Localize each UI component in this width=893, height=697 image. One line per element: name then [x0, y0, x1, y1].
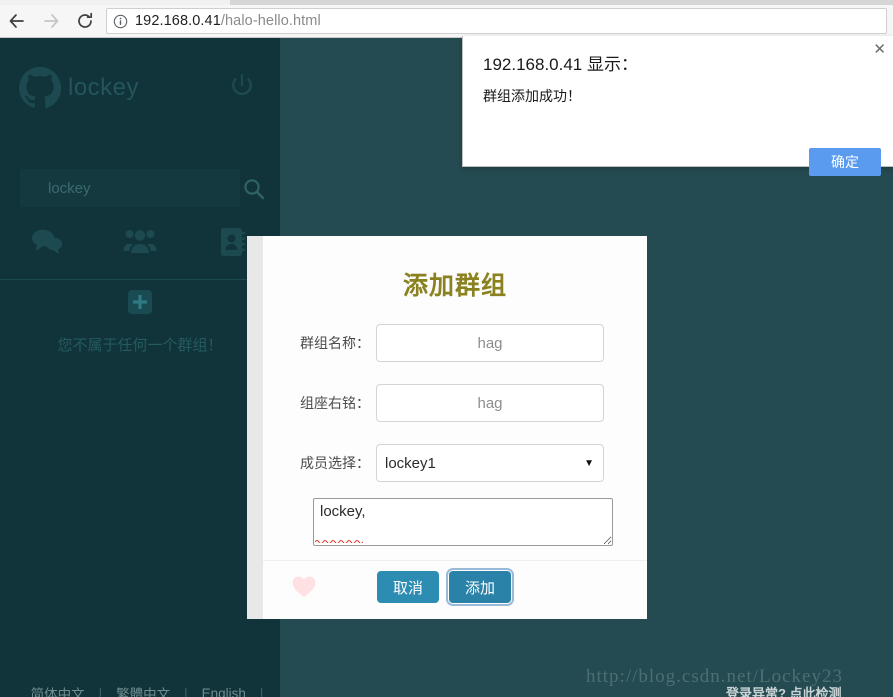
dialog-message: 群组添加成功！ [483, 88, 581, 104]
url-path: /halo-hello.html [220, 13, 321, 29]
url-host: 192.168.0.41 [135, 13, 221, 29]
sidebar-divider [0, 279, 280, 280]
lang-simplified-chinese[interactable]: 简体中文 [17, 683, 99, 697]
modal-actions: 取消 添加 [263, 561, 647, 621]
member-select[interactable]: lockey1 [376, 444, 604, 482]
lang-traditional-chinese[interactable]: 繁體中文 [102, 683, 184, 697]
plus-square-icon [124, 290, 156, 322]
add-group-modal: 添加群组 群组名称： 组座右铭： 成员选择： lockey1 ▼ lockey, [263, 236, 647, 619]
form-row-members-textarea: lockey, [263, 498, 647, 546]
javascript-alert-dialog: ✕ 192.168.0.41 显示： 群组添加成功！ 确定 [462, 36, 893, 176]
members-textarea[interactable]: lockey, [313, 498, 613, 546]
power-icon[interactable] [228, 72, 256, 105]
search-row [0, 169, 280, 209]
comments-icon [30, 227, 64, 262]
sidebar-item-groups[interactable] [93, 218, 186, 270]
search-icon[interactable] [242, 177, 266, 206]
member-select-label: 成员选择： [300, 455, 370, 471]
address-bar[interactable]: 192.168.0.41/halo-hello.html [106, 8, 887, 34]
dialog-ok-button[interactable]: 确定 [809, 148, 881, 176]
lang-english[interactable]: English [188, 686, 260, 697]
reload-icon[interactable] [68, 5, 102, 37]
dialog-title: 192.168.0.41 显示： [483, 55, 638, 74]
sidebar-item-comments[interactable] [0, 218, 93, 270]
group-icon [123, 227, 157, 262]
github-logo-icon [18, 66, 62, 115]
form-row-member-select: 成员选择： lockey1 ▼ [263, 444, 647, 482]
brand-name: lockey [68, 74, 140, 101]
url-text: 192.168.0.41/halo-hello.html [135, 13, 321, 29]
heart-icon [291, 575, 317, 604]
browser-toolbar: 192.168.0.41/halo-hello.html [0, 5, 893, 38]
forward-arrow-icon [34, 5, 68, 37]
sidebar: lockey lockey 您不属于任何一个群组！ 简体中文 | 繁體中文 | … [0, 38, 280, 697]
group-motto-label: 组座右铭： [300, 395, 370, 411]
modal-title: 添加群组 [402, 272, 507, 300]
add-button[interactable]: 添加 [445, 568, 515, 606]
group-motto-input[interactable] [376, 384, 604, 422]
search-input[interactable] [20, 169, 240, 207]
form-row-group-motto: 组座右铭： [263, 384, 647, 422]
language-switcher: 简体中文 | 繁體中文 | English | [0, 683, 280, 697]
group-name-label: 群组名称： [300, 335, 370, 351]
lang-separator: | [259, 685, 264, 697]
add-group-button[interactable] [124, 288, 156, 318]
empty-group-message: 您不属于任何一个群组！ [57, 337, 223, 354]
browser-chrome: 192.168.0.41/halo-hello.html [0, 0, 893, 38]
brand-row: lockey [0, 62, 280, 122]
member-select-wrapper: lockey1 ▼ [376, 444, 604, 482]
cancel-button[interactable]: 取消 [377, 571, 440, 603]
form-row-group-name: 群组名称： [263, 324, 647, 362]
back-arrow-icon[interactable] [0, 5, 34, 37]
login-help-link[interactable]: 登录异常? 点此检测 [726, 683, 842, 697]
nav-icon-row [0, 218, 280, 270]
close-icon[interactable]: ✕ [873, 42, 886, 57]
contacts-icon [218, 226, 248, 263]
group-name-input[interactable] [376, 324, 604, 362]
page-info-icon[interactable] [113, 14, 128, 29]
